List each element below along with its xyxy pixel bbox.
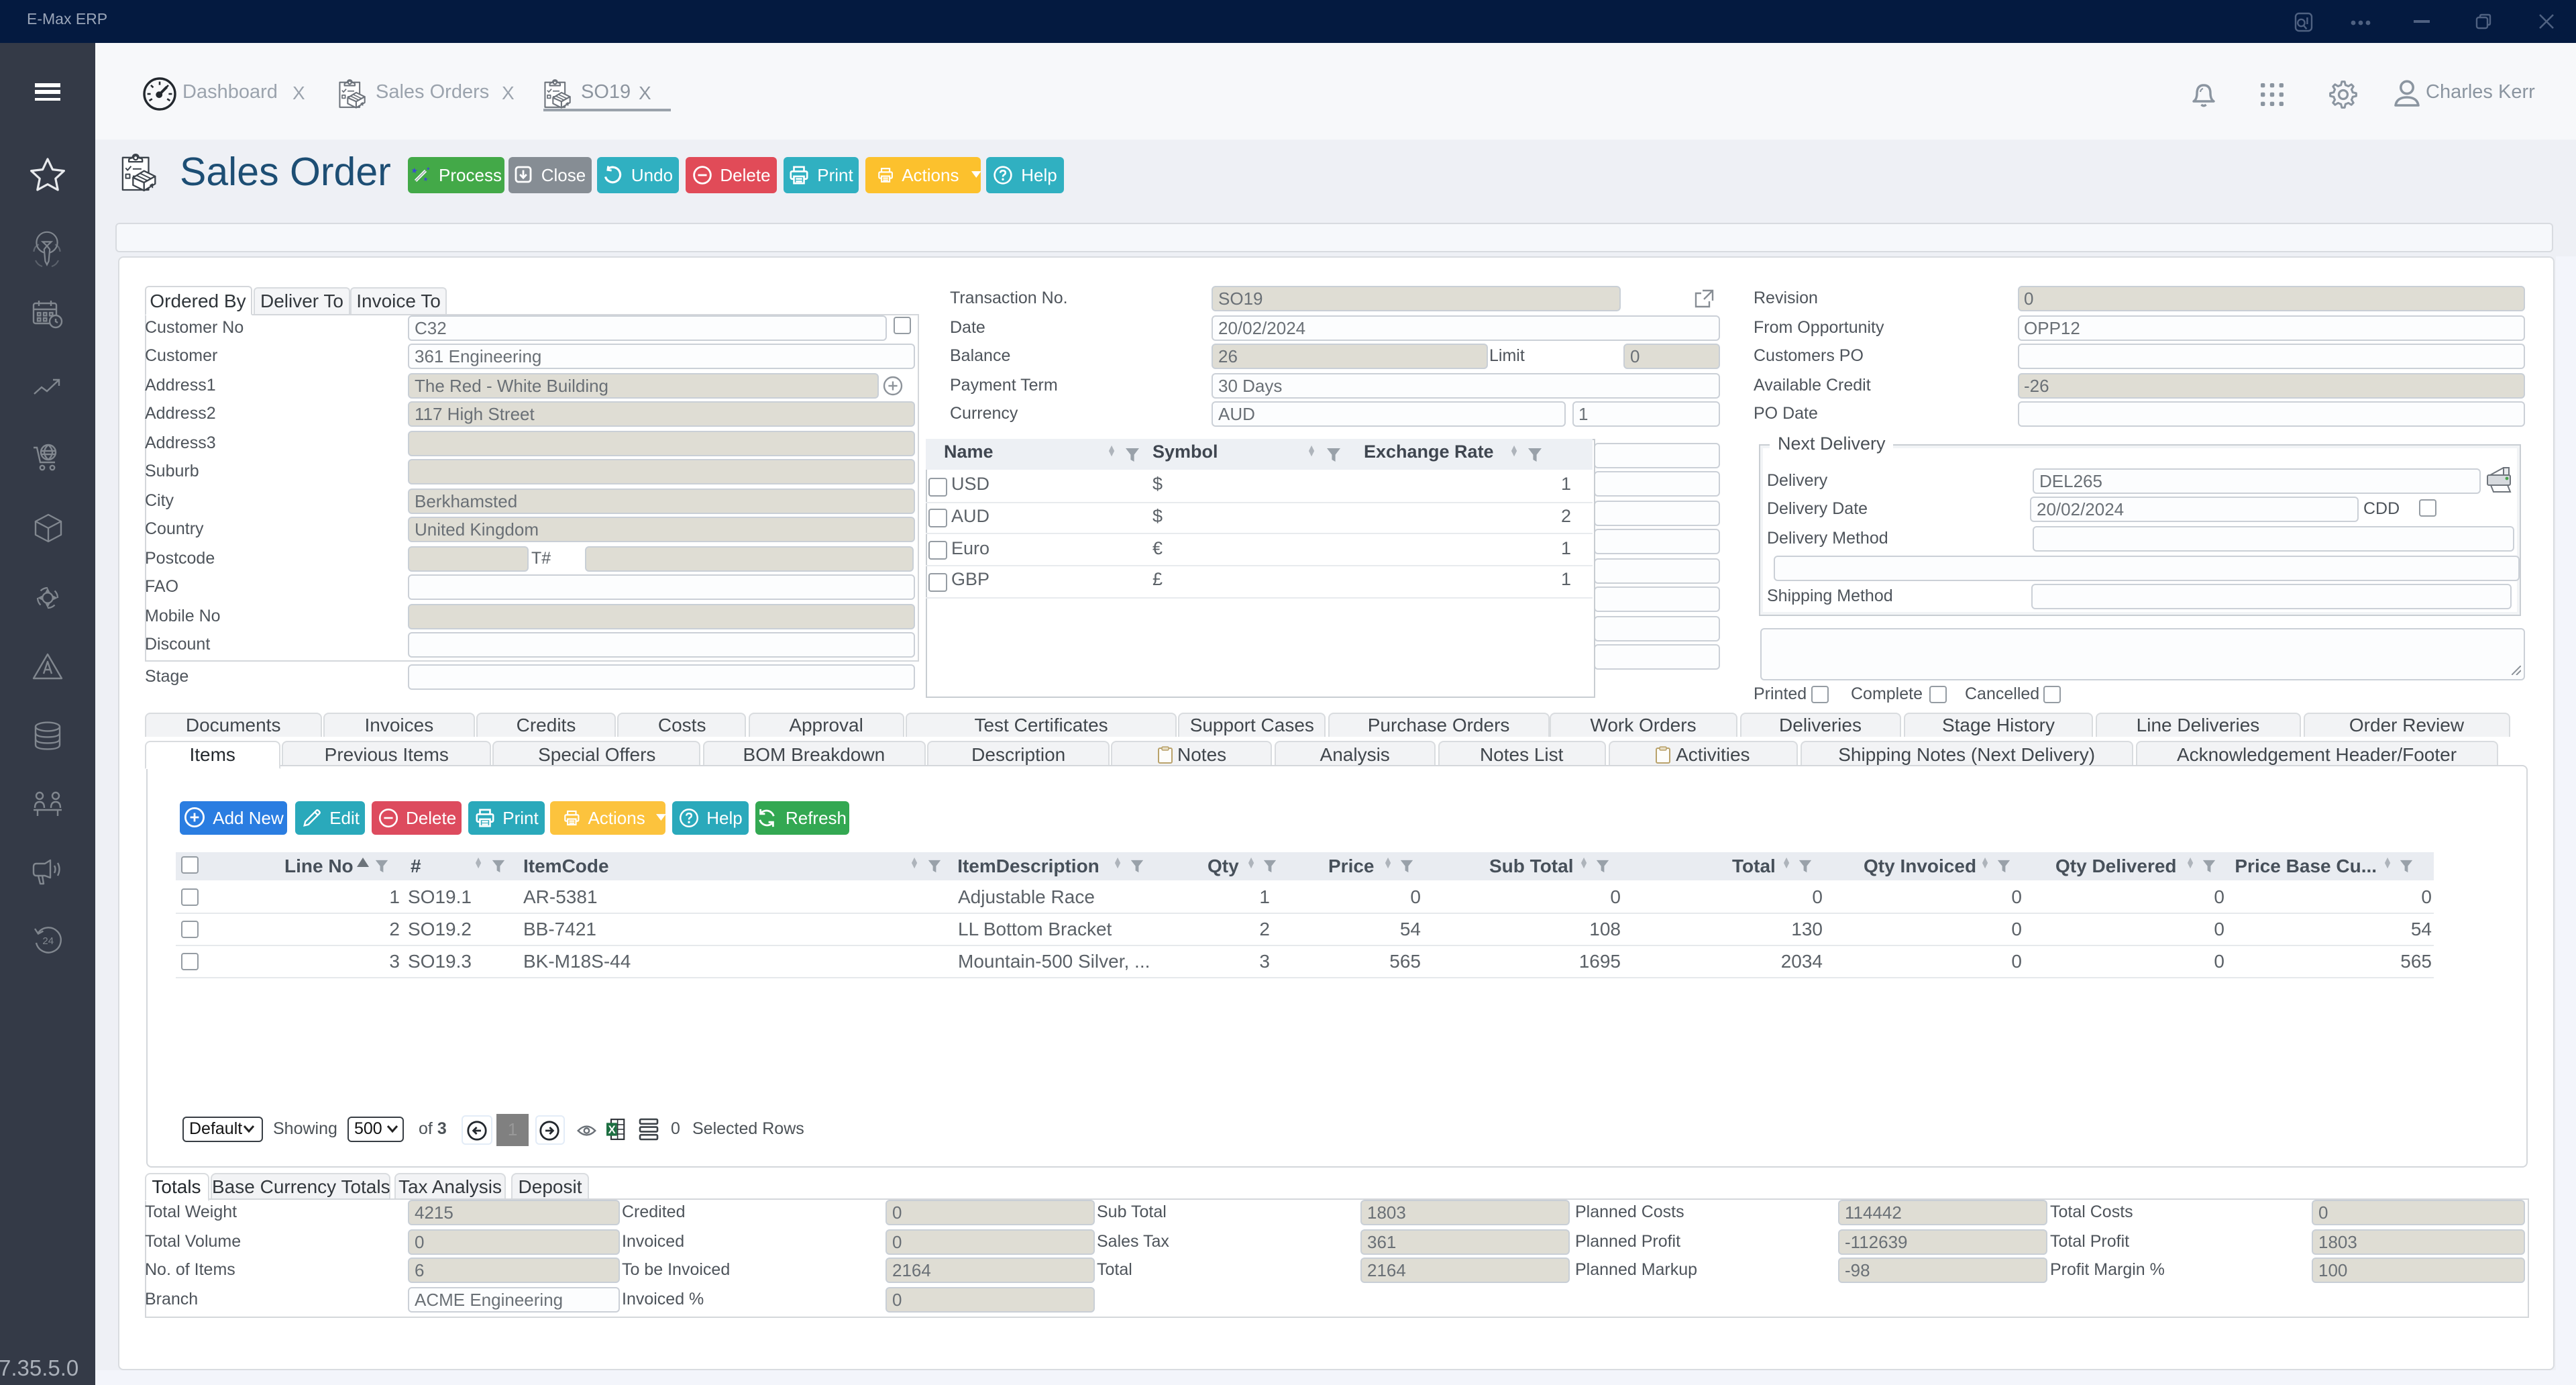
svg-text:24: 24	[42, 935, 54, 947]
svg-text:X: X	[608, 1123, 616, 1135]
